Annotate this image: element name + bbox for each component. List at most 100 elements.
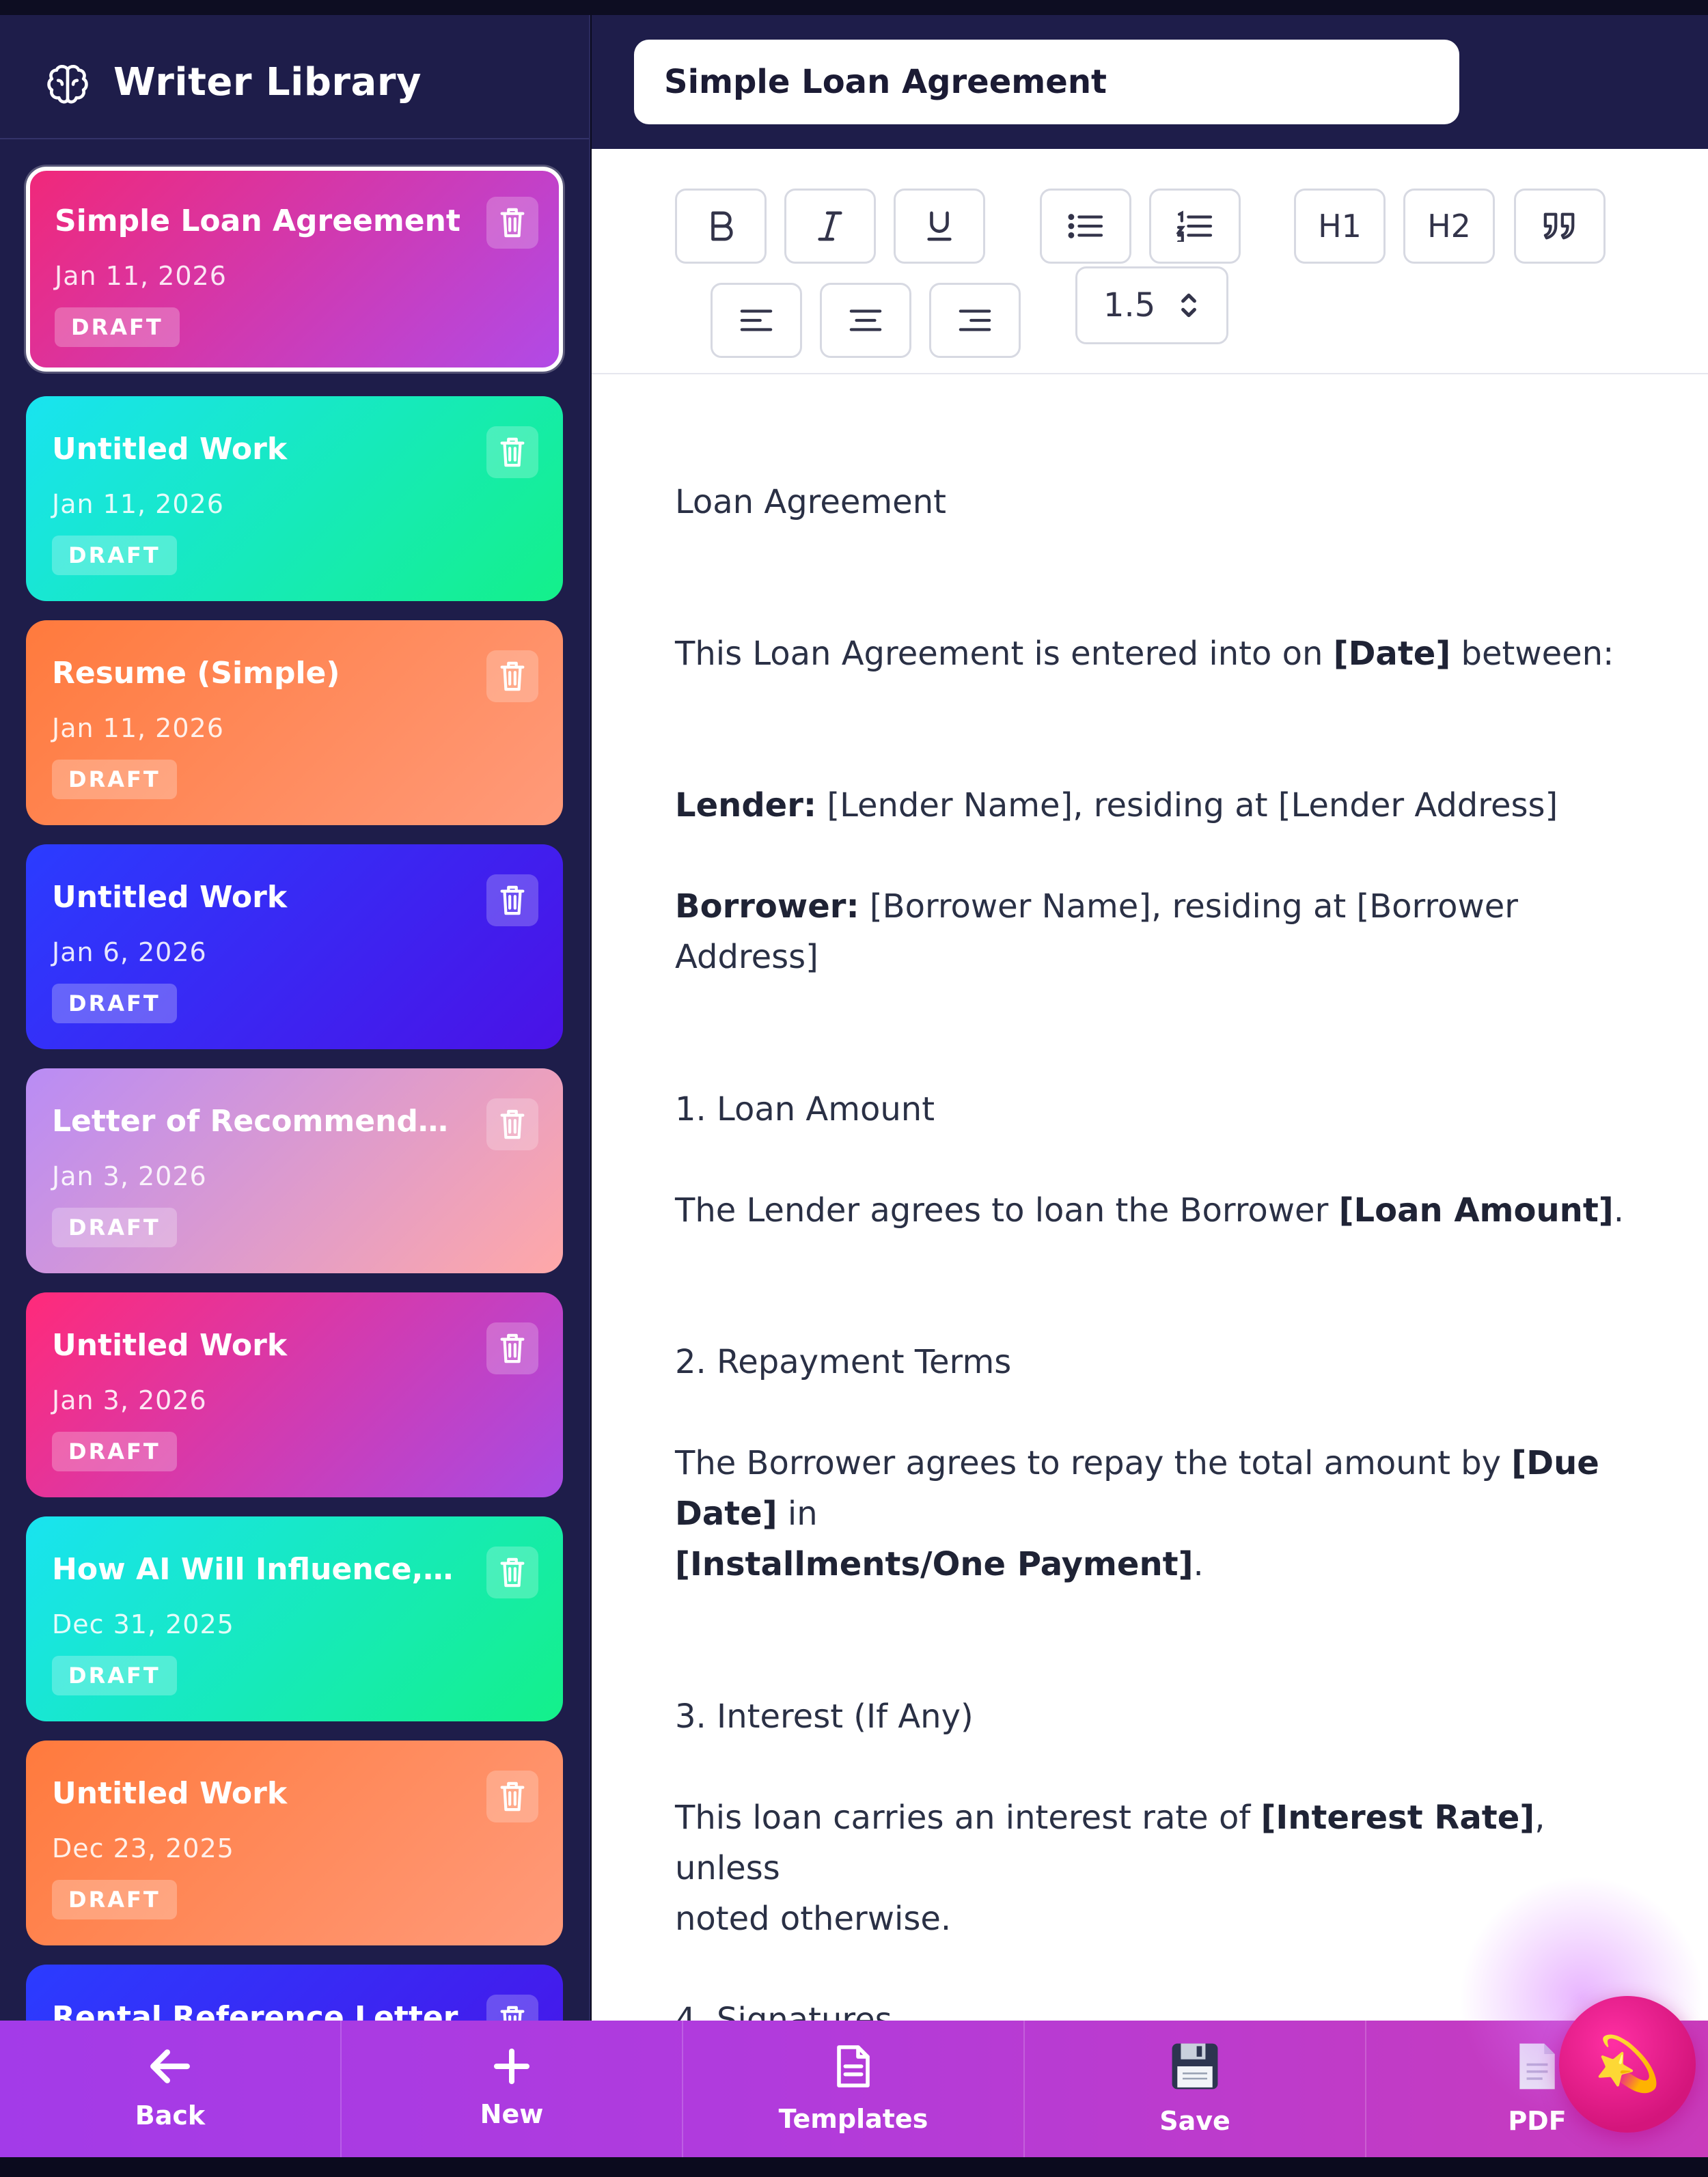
card-date: Jan 3, 2026 [52, 1161, 207, 1191]
trash-icon [500, 208, 525, 238]
doc-heading: Loan Agreement [675, 483, 946, 521]
italic-button[interactable] [784, 189, 876, 264]
align-right-icon [959, 309, 991, 331]
doc-borrower: Borrower: [Borrower Name], residing at [… [675, 887, 1518, 976]
status-badge: DRAFT [52, 1432, 177, 1471]
document-card[interactable]: Untitled Work Jan 11, 2026 DRAFT [26, 396, 563, 601]
delete-document-button[interactable] [486, 874, 538, 926]
bullet-list-button[interactable] [1040, 189, 1131, 264]
top-status-band [0, 0, 1708, 15]
dizzy-star-icon: 💫 [1594, 2033, 1661, 2095]
card-date: Jan 11, 2026 [52, 489, 224, 519]
blockquote-button[interactable] [1514, 189, 1606, 264]
card-title: Letter of Recommendation [52, 1104, 462, 1139]
bold-button[interactable] [675, 189, 767, 264]
plus-icon [494, 2049, 529, 2084]
card-date: Jan 6, 2026 [52, 937, 207, 967]
doc-section3-title: 3. Interest (If Any) [675, 1697, 974, 1736]
floppy-disk-icon [1172, 2043, 1218, 2090]
trash-icon [500, 661, 525, 691]
delete-document-button[interactable] [486, 1322, 538, 1374]
new-label: New [480, 2099, 544, 2129]
trash-icon [500, 1333, 525, 1363]
trash-icon [500, 437, 525, 467]
heading1-button[interactable]: H1 [1294, 189, 1386, 264]
document-card[interactable]: Untitled Work Jan 6, 2026 DRAFT [26, 844, 563, 1049]
align-left-button[interactable] [711, 283, 802, 358]
numbered-list-button[interactable] [1149, 189, 1241, 264]
document-card[interactable]: Untitled Work Dec 23, 2025 DRAFT [26, 1741, 563, 1945]
card-title: Simple Loan Agreement [55, 204, 460, 238]
underline-icon [927, 211, 952, 241]
chevron-up-down-icon [1181, 293, 1197, 318]
delete-document-button[interactable] [486, 1771, 538, 1822]
status-badge: DRAFT [52, 1208, 177, 1247]
bold-icon [711, 211, 733, 241]
delete-document-button[interactable] [486, 1995, 538, 2021]
card-date: Jan 11, 2026 [55, 261, 227, 291]
doc-section1-title: 1. Loan Amount [675, 1090, 935, 1128]
numbered-list-icon [1176, 210, 1213, 242]
trash-icon [500, 2006, 525, 2021]
card-date: Dec 23, 2025 [52, 1833, 234, 1863]
templates-button[interactable]: Templates [683, 2021, 1025, 2157]
app-root: Writer Library Simple Loan Agreement Jan … [0, 0, 1708, 2177]
italic-icon [818, 211, 842, 241]
align-right-button[interactable] [929, 283, 1021, 358]
line-height-value: 1.5 [1103, 286, 1156, 324]
save-button[interactable]: Save [1025, 2021, 1366, 2157]
card-date: Jan 11, 2026 [52, 713, 224, 743]
align-left-icon [740, 309, 773, 331]
doc-section4-title: 4. Signatures [675, 2001, 892, 2021]
card-date: Jan 3, 2026 [52, 1385, 207, 1415]
document-card[interactable]: Simple Loan Agreement Jan 11, 2026 DRAFT [26, 167, 563, 372]
document-card[interactable]: Resume (Simple) Jan 11, 2026 DRAFT [26, 620, 563, 825]
card-title: Untitled Work [52, 1328, 288, 1363]
document-card[interactable]: Untitled Work Jan 3, 2026 DRAFT [26, 1292, 563, 1497]
card-title: Untitled Work [52, 1776, 288, 1811]
delete-document-button[interactable] [486, 1098, 538, 1150]
trash-icon [500, 1109, 525, 1139]
delete-document-button[interactable] [486, 197, 538, 249]
heading1-label: H1 [1318, 208, 1362, 245]
back-button[interactable]: Back [0, 2021, 342, 2157]
bottom-nav: Back New Templates Save PDF [0, 2021, 1708, 2157]
bottom-band [0, 2157, 1708, 2177]
save-label: Save [1159, 2106, 1230, 2136]
status-badge: DRAFT [52, 1656, 177, 1695]
align-center-button[interactable] [820, 283, 911, 358]
ai-assistant-button[interactable]: 💫 [1559, 1996, 1696, 2133]
document-card[interactable]: How AI Will Influence, Sh... Dec 31, 2025… [26, 1516, 563, 1721]
document-icon [837, 2045, 870, 2088]
brain-icon [47, 65, 88, 104]
status-badge: DRAFT [55, 307, 180, 347]
document-card[interactable]: Rental Reference Letter [26, 1965, 563, 2021]
document-card[interactable]: Letter of Recommendation Jan 3, 2026 DRAFT [26, 1068, 563, 1273]
card-title: Resume (Simple) [52, 656, 340, 691]
trash-icon [500, 1557, 525, 1587]
delete-document-button[interactable] [486, 650, 538, 702]
status-badge: DRAFT [52, 1880, 177, 1919]
card-title: Untitled Work [52, 432, 288, 467]
align-center-icon [849, 309, 882, 331]
trash-icon [500, 885, 525, 915]
sidebar-header: Writer Library [0, 15, 589, 139]
new-button[interactable]: New [342, 2021, 683, 2157]
document-title-input[interactable] [634, 40, 1459, 124]
delete-document-button[interactable] [486, 426, 538, 478]
formatting-toolbar: H1 H2 1.5 [592, 149, 1708, 374]
sidebar-title: Writer Library [113, 60, 422, 105]
doc-section2-text: The Borrower agrees to repay the total a… [675, 1444, 1599, 1583]
line-height-select[interactable]: 1.5 [1075, 266, 1228, 344]
doc-intro: This Loan Agreement is entered into on [… [675, 635, 1614, 673]
doc-section2-title: 2. Repayment Terms [675, 1343, 1012, 1381]
editor-pane: H1 H2 1.5 Loan Agreement [592, 15, 1708, 2021]
underline-button[interactable] [894, 189, 985, 264]
sidebar: Writer Library Simple Loan Agreement Jan … [0, 15, 590, 2021]
arrow-left-icon [150, 2049, 190, 2083]
bullet-list-icon [1068, 214, 1103, 238]
card-title: Rental Reference Letter [52, 2000, 458, 2021]
heading2-button[interactable]: H2 [1403, 189, 1495, 264]
delete-document-button[interactable] [486, 1547, 538, 1598]
quote-icon [1543, 212, 1575, 240]
